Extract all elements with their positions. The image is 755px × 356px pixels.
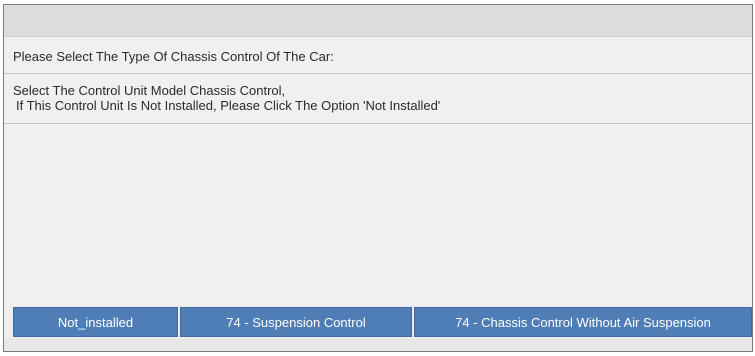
not-installed-button[interactable]: Not_installed bbox=[13, 307, 178, 337]
chassis-control-without-air-suspension-button[interactable]: 74 - Chassis Control Without Air Suspens… bbox=[414, 307, 752, 337]
suspension-control-button[interactable]: 74 - Suspension Control bbox=[180, 307, 412, 337]
selection-prompt: Please Select The Type Of Chassis Contro… bbox=[4, 37, 752, 74]
instructions: Select The Control Unit Model Chassis Co… bbox=[4, 74, 752, 124]
instruction-line-1: Select The Control Unit Model Chassis Co… bbox=[13, 83, 286, 98]
title-bar bbox=[4, 5, 752, 37]
bottom-strip bbox=[4, 338, 752, 351]
option-bar: Not_installed 74 - Suspension Control 74… bbox=[13, 307, 752, 337]
content-area bbox=[4, 125, 752, 305]
instruction-line-2: If This Control Unit Is Not Installed, P… bbox=[16, 98, 441, 113]
chassis-control-dialog: Please Select The Type Of Chassis Contro… bbox=[3, 4, 753, 352]
